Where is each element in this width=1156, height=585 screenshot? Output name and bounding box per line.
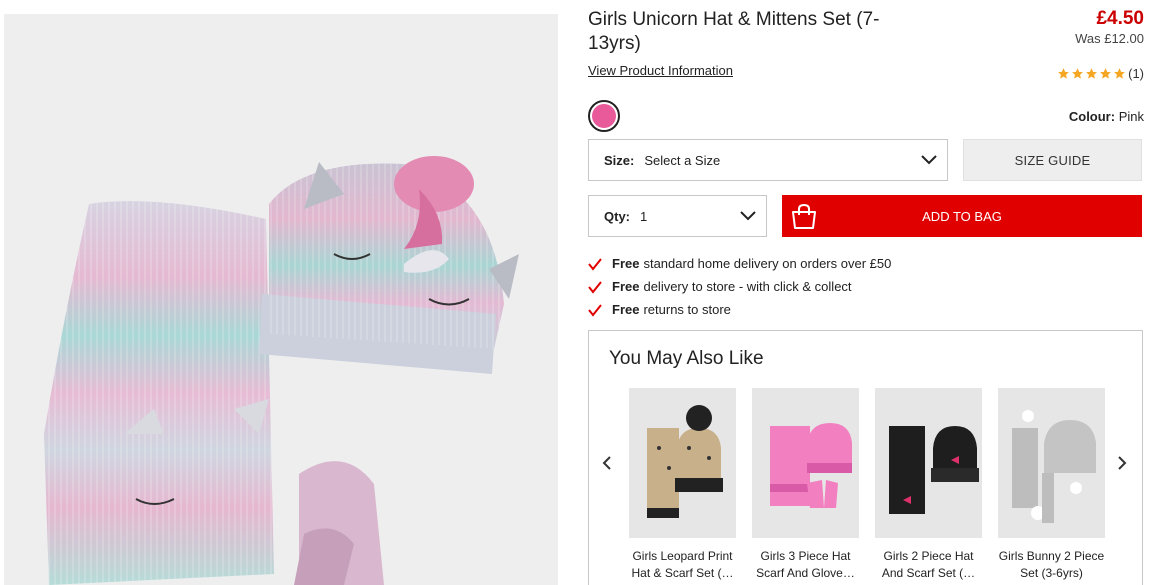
star-icon [1114,68,1126,79]
current-price: £4.50 [1096,8,1144,29]
product-title: Girls Unicorn Hat & Mittens Set (7-13yrs… [588,9,880,54]
view-product-info-link[interactable]: View Product Information [588,63,733,78]
check-icon [588,257,602,271]
recommendation-card[interactable]: Girls Bunny 2 Piece Set (3-6yrs) [998,388,1105,582]
recommendation-image [752,388,859,538]
size-select[interactable]: Size: Select a Size [588,139,948,181]
rating-stars [1057,67,1126,80]
benefit-bold: Free [612,302,640,317]
star-icon [1100,68,1112,79]
recommendation-name: Girls Leopard Print Hat & Scarf Set (… [631,549,734,580]
recommendation-card[interactable]: Girls Leopard Print Hat & Scarf Set (… [629,388,736,582]
qty-select[interactable]: Qty: 1 [588,195,767,237]
benefit-text: returns to store [643,302,731,317]
rating-count: (1) [1128,66,1144,81]
star-icon [1058,68,1070,79]
colour-label: Colour: Pink [1069,109,1144,124]
chevron-left-icon[interactable] [601,455,613,471]
star-icon [1086,68,1098,79]
benefit-item: Free returns to store [588,298,891,321]
product-photo [44,156,519,585]
you-may-also-like-panel: You May Also Like Girls Leopard Print Ha… [588,330,1143,585]
price-box: £4.50 Was £12.00 [1075,8,1144,46]
check-icon [588,280,602,294]
check-icon [588,303,602,317]
chevron-down-icon [740,211,756,221]
qty-select-label: Qty: [604,208,630,224]
swatch-fill [592,104,616,128]
benefit-item: Free standard home delivery on orders ov… [588,252,891,275]
recommendation-name: Girls 3 Piece Hat Scarf And Glove… [756,549,855,580]
chevron-right-icon[interactable] [1116,455,1128,471]
was-price: Was £12.00 [1075,31,1144,46]
size-select-value: Select a Size [644,152,721,168]
recommendation-name: Girls Bunny 2 Piece Set (3-6yrs) [998,549,1105,580]
chevron-down-icon [921,155,937,165]
recommendation-image [998,388,1105,538]
rating[interactable]: (1) [1057,66,1144,81]
add-to-bag-button[interactable]: ADD TO BAG [782,195,1142,237]
colour-label-key: Colour: [1068,109,1116,124]
recommendation-card[interactable]: Girls 3 Piece Hat Scarf And Glove… [752,388,859,582]
colour-label-value: Pink [1118,109,1144,124]
benefit-text: standard home delivery on orders over £5… [643,256,892,271]
recommendation-card[interactable]: Girls 2 Piece Hat And Scarf Set (… [875,388,982,582]
delivery-benefits: Free standard home delivery on orders ov… [588,252,891,321]
recommendation-image [875,388,982,538]
add-to-bag-label: ADD TO BAG [922,208,1002,224]
size-select-label: Size: [604,152,635,168]
recommendation-image [629,388,736,538]
benefit-bold: Free [612,256,640,271]
you-may-also-like-title: You May Also Like [609,348,764,369]
benefit-item: Free delivery to store - with click & co… [588,275,891,298]
recommendation-carousel: Girls Leopard Print Hat & Scarf Set (… G… [629,388,1105,582]
colour-swatch-pink[interactable] [588,100,620,132]
product-details: Girls Unicorn Hat & Mittens Set (7-13yrs… [588,0,1144,585]
benefit-bold: Free [612,279,640,294]
product-image[interactable] [4,14,558,585]
star-icon [1072,68,1084,79]
shopping-bag-icon [792,203,816,229]
size-guide-button[interactable]: SIZE GUIDE [963,139,1142,181]
qty-select-value: 1 [640,208,648,224]
recommendation-name: Girls 2 Piece Hat And Scarf Set (… [881,549,976,580]
benefit-text: delivery to store - with click & collect [643,279,852,294]
